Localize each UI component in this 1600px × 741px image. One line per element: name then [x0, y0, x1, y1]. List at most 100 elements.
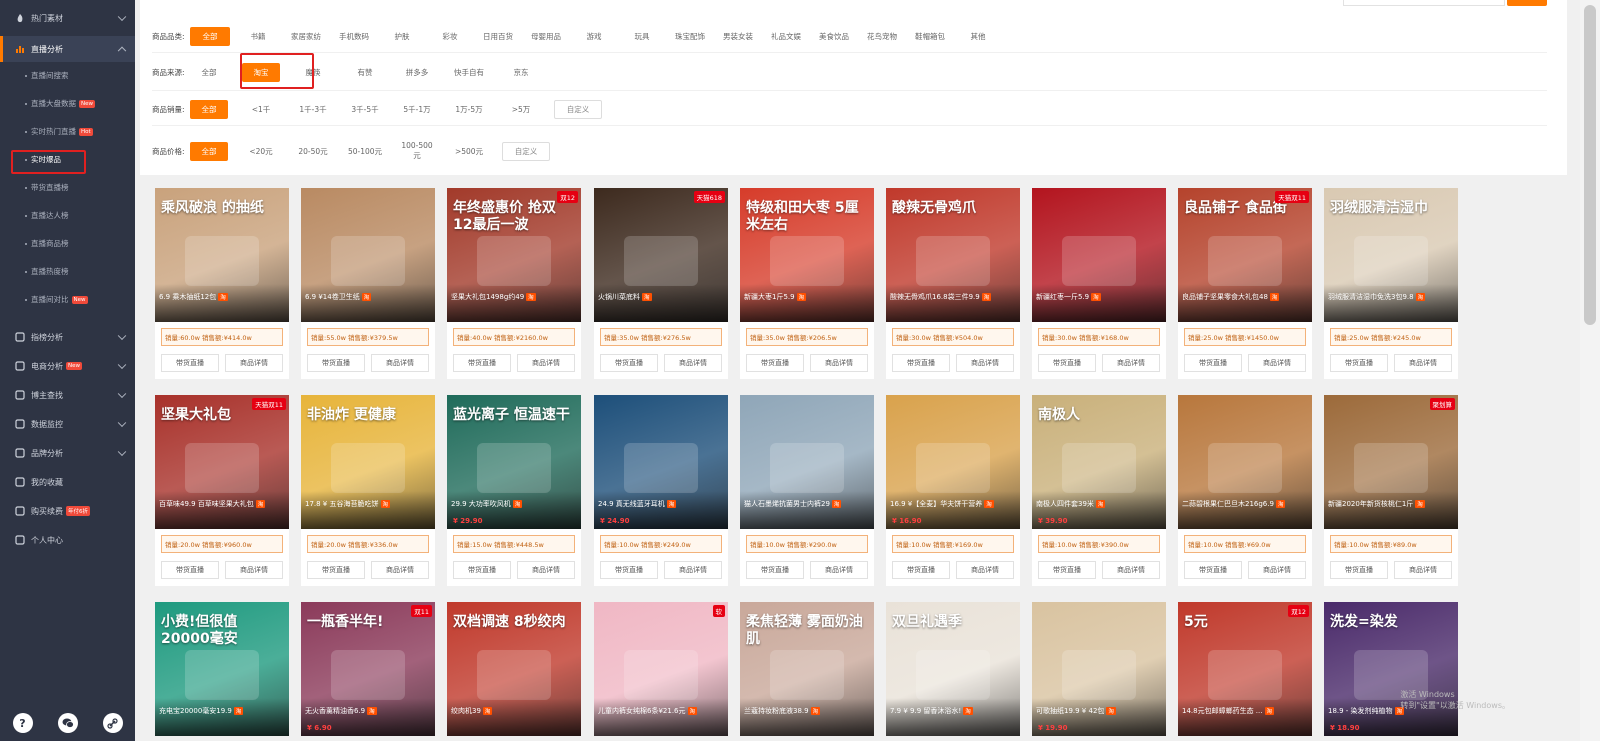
product-title[interactable]: 新疆大枣1斤5.9 淘: [744, 292, 870, 302]
product-title[interactable]: 7.9 ¥ 9.9 留香沐浴水! 淘: [890, 706, 1016, 716]
product-card[interactable]: 一瓶香半年! 双11 无火香薰精油香6.9 淘 ¥ 6.90: [301, 602, 435, 736]
filter-option[interactable]: 美食饮品: [814, 27, 854, 46]
product-card[interactable]: 双档调速 8秒绞肉 绞肉机39 淘: [447, 602, 581, 736]
filter-option[interactable]: 5千-1万: [398, 100, 436, 119]
search-input[interactable]: [1343, 0, 1505, 6]
product-image[interactable]: 小费!但很值 20000毫安 充电宝20000毫安19.9 淘: [155, 602, 289, 736]
filter-option[interactable]: 有赞: [346, 63, 384, 82]
product-title[interactable]: 24.9 真无线蓝牙耳机淘: [598, 499, 724, 509]
filter-option[interactable]: 50-100元: [346, 142, 384, 161]
detail-button[interactable]: 商品详情: [956, 561, 1014, 579]
product-image[interactable]: 羽绒服清洁湿巾 羽绒服清洁湿巾免洗3包9.8 淘: [1324, 188, 1458, 322]
product-image[interactable]: 良品铺子 食品街 天猫双11 良品铺子坚果零食大礼包48 淘: [1178, 188, 1312, 322]
filter-option[interactable]: 书籍: [238, 27, 278, 46]
sidebar-subitem[interactable]: 直播大盘数据 New: [0, 98, 135, 112]
detail-button[interactable]: 商品详情: [664, 561, 722, 579]
live-button[interactable]: 带货直播: [453, 354, 511, 372]
live-button[interactable]: 带货直播: [161, 561, 219, 579]
product-card[interactable]: 新疆红枣一斤5.9 淘销量:30.0w 销售额:¥168.0w 带货直播 商品详情: [1032, 188, 1166, 379]
detail-button[interactable]: 商品详情: [371, 561, 429, 579]
filter-option[interactable]: 玩具: [622, 27, 662, 46]
product-card[interactable]: 特级和田大枣 5厘米左右 新疆大枣1斤5.9 淘销量:35.0w 销售额:¥206.…: [740, 188, 874, 379]
product-image[interactable]: 二蒜碧根果仁巴旦木216g6.9 淘: [1178, 395, 1312, 529]
filter-option[interactable]: 家居家纺: [286, 27, 326, 46]
sidebar-group[interactable]: 数据监控: [0, 414, 135, 434]
filter-option[interactable]: >5万: [502, 100, 540, 119]
detail-button[interactable]: 商品详情: [956, 354, 1014, 372]
product-image[interactable]: 猫人石墨烯抗菌男士内裤29 淘: [740, 395, 874, 529]
live-button[interactable]: 带货直播: [307, 561, 365, 579]
product-card[interactable]: 蓝光离子 恒温速干 29.9 大功率吹风机淘 ¥ 29.90 销量:15.0w 销售额…: [447, 395, 581, 586]
product-title[interactable]: 29.9 大功率吹风机淘: [451, 499, 577, 509]
product-title[interactable]: 二蒜碧根果仁巴旦木216g6.9 淘: [1182, 499, 1308, 509]
product-card[interactable]: 羽绒服清洁湿巾 羽绒服清洁湿巾免洗3包9.8 淘销量:25.0w 销售额:¥245.…: [1324, 188, 1458, 379]
sidebar-subitem[interactable]: 直播商品榜: [0, 238, 135, 252]
filter-option[interactable]: 母婴用品: [526, 27, 566, 46]
product-title[interactable]: 6.9 ¥14卷卫生纸淘: [305, 292, 431, 302]
filter-option[interactable]: 20-50元: [294, 142, 332, 161]
product-card[interactable]: 5元 双12 14.8元包邮蟑螂药生态 ... 淘: [1178, 602, 1312, 736]
detail-button[interactable]: 商品详情: [1248, 561, 1306, 579]
detail-button[interactable]: 商品详情: [1102, 561, 1160, 579]
filter-option[interactable]: 花鸟宠物: [862, 27, 902, 46]
product-title[interactable]: 坚果大礼包1498g约49 淘: [451, 292, 577, 302]
product-image[interactable]: 可歌抽纸19.9 ¥ 42包淘 ¥ 19.90: [1032, 602, 1166, 736]
sidebar-subitem[interactable]: 直播间对比 New: [0, 294, 135, 308]
sidebar-group-live-analysis[interactable]: 直播分析: [0, 36, 135, 62]
product-card[interactable]: 非油炸 更健康 17.8 ¥ 五谷海苔脆吃饼淘销量:20.0w 销售额:¥336.…: [301, 395, 435, 586]
product-title[interactable]: 14.8元包邮蟑螂药生态 ... 淘: [1182, 706, 1308, 716]
product-title[interactable]: 充电宝20000毫安19.9 淘: [159, 706, 285, 716]
sidebar-subitem[interactable]: 实时热门直播 Hot: [0, 126, 135, 140]
live-button[interactable]: 带货直播: [161, 354, 219, 372]
scrollbar[interactable]: [1580, 0, 1600, 741]
help-icon[interactable]: ?: [12, 713, 33, 733]
product-title[interactable]: 无火香薰精油香6.9 淘: [305, 706, 431, 716]
product-title[interactable]: 新疆2020年新货核桃仁1斤淘: [1328, 499, 1454, 509]
filter-option[interactable]: 鞋帽箱包: [910, 27, 950, 46]
product-title[interactable]: 新疆红枣一斤5.9 淘: [1036, 292, 1162, 302]
detail-button[interactable]: 商品详情: [664, 354, 722, 372]
live-button[interactable]: 带货直播: [307, 354, 365, 372]
filter-option[interactable]: 护肤: [382, 27, 422, 46]
product-image[interactable]: 24.9 真无线蓝牙耳机淘 ¥ 24.90: [594, 395, 728, 529]
product-title[interactable]: 良品铺子坚果零食大礼包48 淘: [1182, 292, 1308, 302]
detail-button[interactable]: 商品详情: [810, 354, 868, 372]
filter-option[interactable]: 1千-3千: [294, 100, 332, 119]
product-card[interactable]: 良品铺子 食品街 天猫双11 良品铺子坚果零食大礼包48 淘销量:25.0w 销售额:…: [1178, 188, 1312, 379]
product-card[interactable]: 小费!但很值 20000毫安 充电宝20000毫安19.9 淘: [155, 602, 289, 736]
scrollbar-thumb[interactable]: [1584, 5, 1596, 325]
product-title[interactable]: 猫人石墨烯抗菌男士内裤29 淘: [744, 499, 870, 509]
product-image[interactable]: 南极人 南极人四件套39米淘 ¥ 39.90: [1032, 395, 1166, 529]
sidebar-subitem[interactable]: 直播间搜索: [0, 70, 135, 84]
live-button[interactable]: 带货直播: [746, 354, 804, 372]
product-card[interactable]: 乘风破浪 的抽纸 6.9 乘木抽纸12包淘销量:60.0w 销售额:¥414.0w…: [155, 188, 289, 379]
live-button[interactable]: 带货直播: [892, 354, 950, 372]
sidebar-subitem[interactable]: 带货直播榜: [0, 182, 135, 196]
product-title[interactable]: 兰蔻持妆粉底液38.9 淘: [744, 706, 870, 716]
custom-range-button[interactable]: 自定义: [502, 141, 550, 161]
sidebar-group[interactable]: 品牌分析: [0, 443, 135, 463]
sidebar-group[interactable]: 购买续费 年付6折: [0, 501, 135, 521]
live-button[interactable]: 带货直播: [1184, 354, 1242, 372]
filter-option[interactable]: 游戏: [574, 27, 614, 46]
product-image[interactable]: 16.9 ¥【全麦】华夫饼干营养淘 ¥ 16.90: [886, 395, 1020, 529]
detail-button[interactable]: 商品详情: [810, 561, 868, 579]
product-card[interactable]: 24.9 真无线蓝牙耳机淘 ¥ 24.90 销量:10.0w 销售额:¥249.0w…: [594, 395, 728, 586]
product-card[interactable]: 二蒜碧根果仁巴旦木216g6.9 淘销量:10.0w 销售额:¥69.0w 带货直播…: [1178, 395, 1312, 586]
product-card[interactable]: 双旦礼遇季 7.9 ¥ 9.9 留香沐浴水! 淘: [886, 602, 1020, 736]
filter-option[interactable]: 1万-5万: [450, 100, 488, 119]
wechat-icon[interactable]: [57, 713, 78, 733]
product-image[interactable]: 非油炸 更健康 17.8 ¥ 五谷海苔脆吃饼淘: [301, 395, 435, 529]
custom-range-button[interactable]: 自定义: [554, 100, 602, 119]
live-button[interactable]: 带货直播: [1038, 354, 1096, 372]
product-card[interactable]: 坚果大礼包 天猫双11 百草味49.9 百草味坚果大礼包淘销量:20.0w 销售额:…: [155, 395, 289, 586]
filter-option[interactable]: 快手自有: [450, 63, 488, 82]
product-image[interactable]: 柔焦轻薄 雾面奶油肌 兰蔻持妆粉底液38.9 淘: [740, 602, 874, 736]
product-image[interactable]: 双旦礼遇季 7.9 ¥ 9.9 留香沐浴水! 淘: [886, 602, 1020, 736]
filter-option[interactable]: 100-500元: [398, 137, 436, 165]
detail-button[interactable]: 商品详情: [225, 561, 283, 579]
product-image[interactable]: 特级和田大枣 5厘米左右 新疆大枣1斤5.9 淘: [740, 188, 874, 322]
product-image[interactable]: 年终盛惠价 抢双12最后一波 双12 坚果大礼包1498g约49 淘: [447, 188, 581, 322]
sidebar-group[interactable]: 电商分析 New: [0, 356, 135, 376]
live-button[interactable]: 带货直播: [1330, 561, 1388, 579]
